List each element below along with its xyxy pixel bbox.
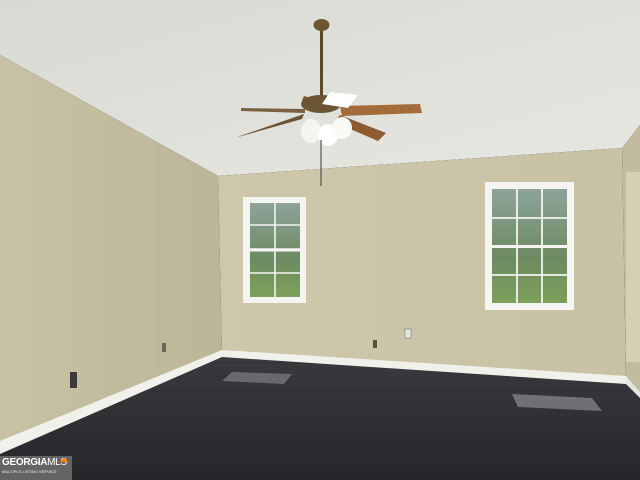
outlet-back-wall-2 [404, 328, 412, 339]
fan-canopy [313, 19, 330, 31]
watermark-tagline: MULTIPLE LISTING SERVICE [2, 469, 57, 474]
room-photo: GEORGIAMLS MULTIPLE LISTING SERVICE [0, 0, 640, 480]
outlet-left-wall [70, 372, 77, 388]
outlet-back-wall-1 [373, 340, 377, 348]
mls-watermark: GEORGIAMLS MULTIPLE LISTING SERVICE [0, 456, 72, 480]
outlet-left-wall-low [162, 343, 166, 352]
watermark-brand-main: GEORGIA [2, 457, 48, 468]
fan-light-bowl-right [332, 117, 352, 139]
house-roof-icon [59, 458, 69, 462]
fan-light-bowl-left [301, 119, 321, 143]
doorway-edge [626, 172, 640, 362]
room-illustration [0, 0, 640, 480]
fan-downrod [320, 24, 323, 98]
